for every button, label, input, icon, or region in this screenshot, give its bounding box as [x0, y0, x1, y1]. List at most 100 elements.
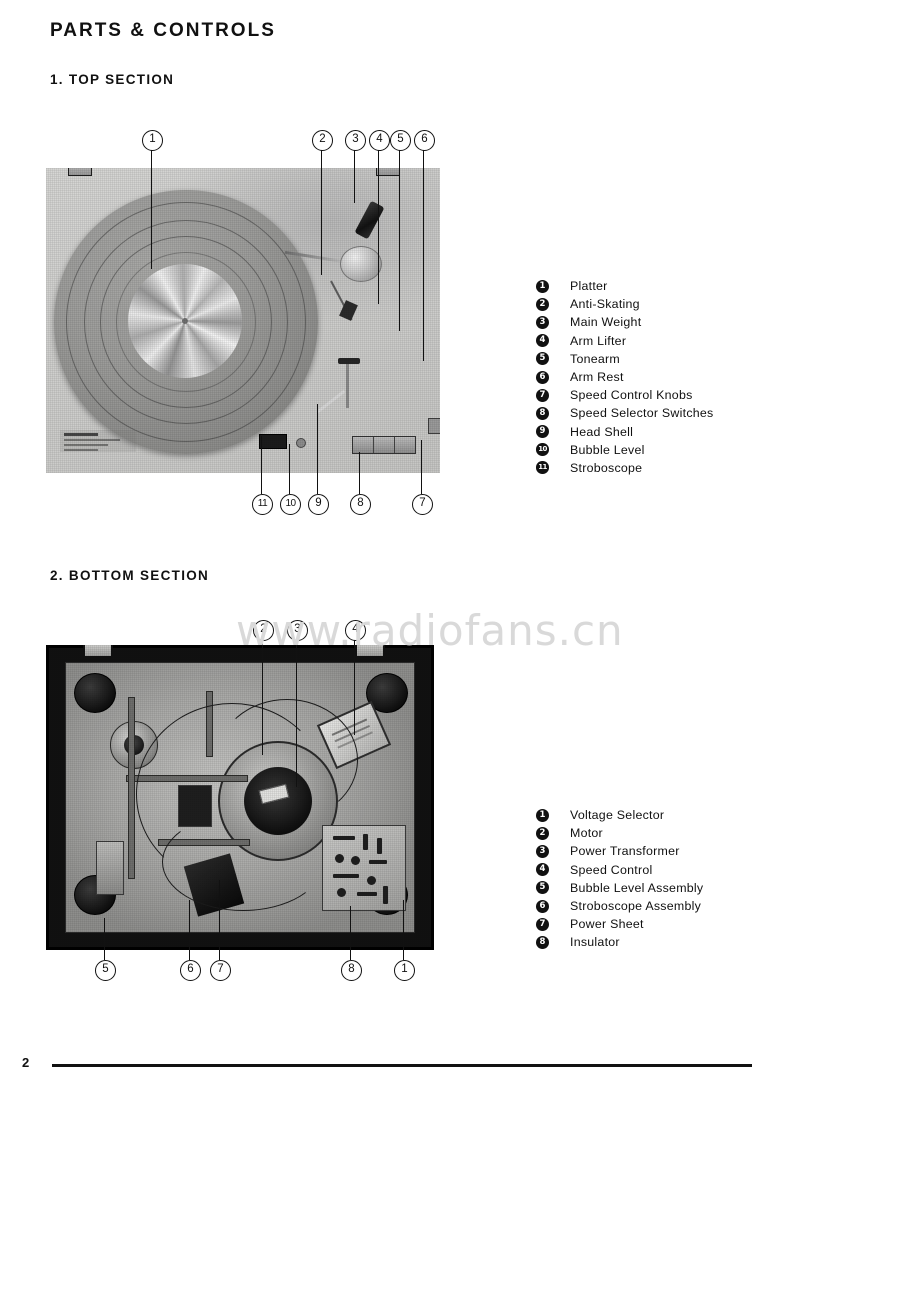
turntable-top-photo	[46, 168, 440, 473]
leader-line	[399, 149, 401, 331]
legend-label: Arm Rest	[570, 370, 624, 385]
leader-line	[354, 639, 356, 735]
hinge-right	[376, 168, 400, 176]
leader-line	[296, 639, 298, 787]
callout-chassis-2: 2	[253, 620, 274, 641]
chassis-base-plate	[65, 662, 415, 933]
callout-chassis-8: 8	[341, 960, 362, 981]
leader-line	[378, 149, 380, 304]
legend-item: 4 Arm Lifter	[536, 332, 714, 350]
legend-bullet-1: 1	[536, 808, 549, 822]
legend-bullet-2: 2	[536, 297, 549, 311]
leader-line	[403, 900, 405, 960]
callout-chassis-6: 6	[180, 960, 201, 981]
callout-bottom-10: 10	[280, 494, 301, 515]
legend-item: 1 Voltage Selector	[536, 806, 703, 824]
legend-item: 2 Anti-Skating	[536, 295, 714, 313]
chassis-strut	[128, 697, 135, 879]
leader-line	[219, 880, 221, 960]
legend-label: Anti-Skating	[570, 297, 640, 312]
leader-line	[421, 440, 423, 494]
legend-label: Arm Lifter	[570, 333, 627, 348]
legend-bullet-11: 11	[536, 461, 549, 475]
legend-bullet-6: 6	[536, 370, 549, 384]
legend-label: Insulator	[570, 935, 620, 950]
legend-item: 7 Speed Control Knobs	[536, 386, 714, 404]
leader-line	[321, 149, 323, 275]
legend-bullet-5: 5	[536, 881, 549, 895]
stroboscope-window	[259, 434, 287, 449]
callout-top-3: 3	[345, 130, 366, 151]
legend-bullet-6: 6	[536, 899, 549, 913]
legend-item: 4 Speed Control	[536, 861, 703, 879]
tonearm-pivot	[340, 246, 382, 282]
legend-bullet-9: 9	[536, 425, 549, 439]
legend-label: Motor	[570, 826, 603, 841]
legend-label: Main Weight	[570, 315, 642, 330]
section-heading-bottom: 2. BOTTOM SECTION	[50, 568, 210, 583]
legend-bullet-10: 10	[536, 443, 549, 457]
legend-item: 7 Power Sheet	[536, 915, 703, 933]
legend-item: 5 Bubble Level Assembly	[536, 879, 703, 897]
brand-plate	[60, 430, 136, 452]
leader-line	[317, 404, 319, 494]
callout-top-5: 5	[390, 130, 411, 151]
legend-item: 11 Stroboscope	[536, 459, 714, 477]
legend-item: 6 Stroboscope Assembly	[536, 897, 703, 915]
legend-item: 6 Arm Rest	[536, 368, 714, 386]
leader-line	[289, 444, 291, 494]
legend-top-section: 1 Platter 2 Anti-Skating 3 Main Weight 4 Arm Li…	[536, 277, 714, 477]
legend-item: 3 Main Weight	[536, 313, 714, 331]
callout-chassis-1: 1	[394, 960, 415, 981]
figure-top-section	[46, 168, 440, 473]
chassis-tab	[83, 645, 113, 658]
speed-control-board	[322, 825, 406, 911]
legend-bullet-7: 7	[536, 917, 549, 931]
voltage-selector	[96, 841, 124, 895]
legend-label: Speed Control Knobs	[570, 388, 693, 403]
chassis-frame	[46, 645, 434, 950]
callout-top-4: 4	[369, 130, 390, 151]
speed-control-knob	[428, 418, 440, 434]
chassis-bottom-photo	[46, 645, 434, 950]
legend-label: Power Sheet	[570, 917, 644, 932]
legend-item: 3 Power Transformer	[536, 842, 703, 860]
leader-line	[104, 918, 106, 960]
legend-bullet-7: 7	[536, 388, 549, 402]
speed-selector-switches	[352, 436, 416, 454]
legend-item: 5 Tonearm	[536, 350, 714, 368]
footer-rule	[52, 1064, 752, 1067]
legend-label: Speed Control	[570, 862, 653, 877]
legend-label: Stroboscope	[570, 460, 643, 475]
legend-label: Tonearm	[570, 351, 620, 366]
legend-label: Bubble Level	[570, 442, 645, 457]
figure-bottom-section	[46, 645, 434, 950]
legend-bullet-4: 4	[536, 334, 549, 348]
legend-label: Power Transformer	[570, 844, 680, 859]
leader-line	[151, 149, 153, 269]
leader-line	[354, 149, 356, 203]
chassis-tab	[355, 645, 385, 658]
legend-bullet-5: 5	[536, 352, 549, 366]
bubble-level	[296, 438, 306, 448]
legend-bottom-section: 1 Voltage Selector 2 Motor 3 Power Transforme…	[536, 806, 703, 952]
legend-bullet-2: 2	[536, 826, 549, 840]
callout-bottom-8: 8	[350, 494, 371, 515]
callout-chassis-4: 4	[345, 620, 366, 641]
leader-line	[261, 436, 263, 494]
callout-top-6: 6	[414, 130, 435, 151]
callout-chassis-7: 7	[210, 960, 231, 981]
wiring-harness	[216, 699, 358, 821]
legend-bullet-1: 1	[536, 279, 549, 293]
legend-label: Platter	[570, 279, 608, 294]
legend-bullet-8: 8	[536, 935, 549, 949]
stroboscope-assembly	[178, 785, 212, 827]
legend-bullet-3: 3	[536, 844, 549, 858]
arm-rest	[338, 358, 360, 364]
legend-label: Voltage Selector	[570, 808, 665, 823]
legend-label: Head Shell	[570, 424, 634, 439]
leader-line	[359, 452, 361, 494]
page-title: PARTS & CONTROLS	[50, 20, 276, 41]
callout-bottom-7: 7	[412, 494, 433, 515]
section-heading-top: 1. TOP SECTION	[50, 72, 175, 87]
